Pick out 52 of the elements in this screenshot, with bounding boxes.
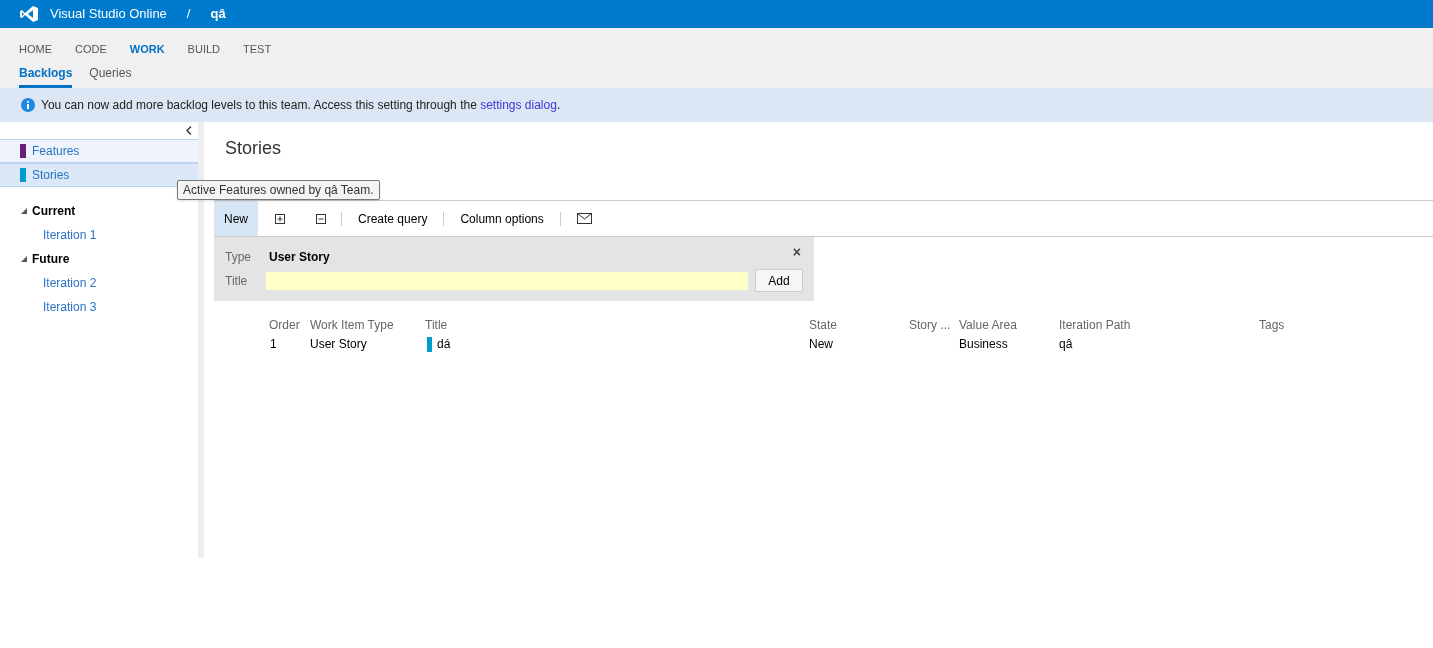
table-cell-text: New	[809, 336, 833, 353]
iteration-group[interactable]: Future	[32, 250, 70, 268]
table-cell-text: User Story	[310, 336, 367, 353]
type-value[interactable]: User Story	[269, 248, 330, 266]
nav-tab[interactable]: CODE	[75, 41, 107, 64]
mail-icon[interactable]	[576, 213, 592, 224]
title-field[interactable]	[265, 271, 749, 290]
nav-tab[interactable]: HOME	[19, 41, 52, 64]
backlog-label: Stories	[32, 167, 70, 184]
logo-icon[interactable]	[20, 6, 38, 22]
column-options-button[interactable]: Column options	[460, 209, 544, 228]
nav-tab[interactable]: TEST	[243, 41, 272, 64]
type-label: Type	[225, 249, 252, 266]
expand-all-icon[interactable]	[275, 213, 285, 224]
new-button[interactable]: New	[214, 201, 258, 236]
expand-toggle[interactable]	[21, 256, 27, 262]
breadcrumb-separator: /	[186, 5, 191, 24]
title-label: Title	[225, 272, 249, 290]
product-name[interactable]: Visual Studio Online	[50, 4, 167, 24]
table-cell-text: qâ	[1059, 336, 1073, 353]
tooltip: Active Features owned by qâ Team.	[177, 180, 380, 200]
banner-text: You can now add more backlog levels to this team. Access this setting through the settings dialog.	[41, 97, 561, 114]
column-header[interactable]: Work Item Type	[310, 318, 394, 332]
column-header[interactable]: Value Area	[959, 318, 1017, 332]
backlog-item[interactable]: Features	[0, 139, 198, 163]
table-cell-text: 1	[269, 336, 277, 353]
nav-tab[interactable]: BUILD	[187, 41, 220, 64]
column-header[interactable]: State	[809, 318, 838, 332]
iteration-link[interactable]: Iteration 2	[43, 274, 97, 292]
add-button[interactable]: Add	[755, 269, 803, 292]
column-header[interactable]: Order	[269, 318, 300, 332]
column-header[interactable]: Title	[425, 318, 448, 332]
subnav-tab[interactable]: Queries	[89, 64, 132, 88]
page-title: Stories	[225, 138, 282, 158]
backlog-label: Features	[32, 143, 80, 160]
collapse-icon[interactable]	[186, 126, 192, 135]
create-query-button[interactable]: Create query	[358, 209, 428, 228]
column-header[interactable]: Tags	[1259, 318, 1285, 332]
iteration-group[interactable]: Current	[32, 202, 76, 220]
iteration-link[interactable]: Iteration 3	[43, 298, 97, 316]
nav-tab[interactable]: WORK	[129, 41, 165, 64]
project-name[interactable]: qâ	[210, 4, 226, 24]
info-icon	[21, 98, 35, 112]
iteration-link[interactable]: Iteration 1	[43, 226, 97, 244]
table-cell[interactable]: dá	[437, 335, 451, 353]
column-header[interactable]: Story ...	[909, 318, 951, 332]
settings-link[interactable]: settings dialog	[480, 98, 557, 112]
close-button[interactable]: ×	[792, 242, 801, 263]
collapse-all-icon[interactable]	[316, 213, 326, 224]
table-cell-text: Business	[959, 336, 1008, 353]
column-header[interactable]: Iteration Path	[1059, 318, 1131, 332]
expand-toggle[interactable]	[21, 208, 27, 214]
